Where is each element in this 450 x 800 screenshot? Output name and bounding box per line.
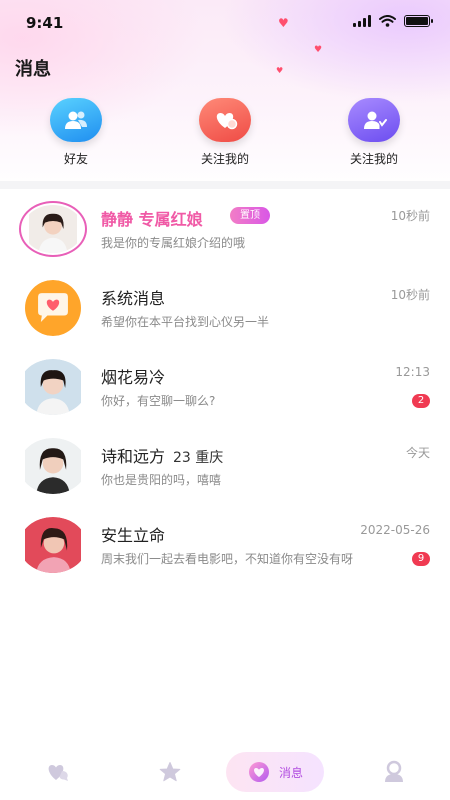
conversation-time: 今天 — [405, 446, 430, 460]
tab-matchmaking[interactable] — [38, 752, 78, 792]
conversation-preview: 希望你在本平台找到心仪另一半 — [101, 315, 270, 329]
conversation-time: 12:13 — [395, 365, 430, 379]
tab-profile[interactable] — [374, 752, 414, 792]
conversation-name: 烟花易冷 — [101, 368, 166, 387]
conversation-time: 10秒前 — [390, 209, 430, 223]
conversation-time: 10秒前 — [390, 288, 430, 302]
conversation-item[interactable]: 系统消息 10秒前 希望你在本平台找到心仪另一半 — [0, 278, 450, 357]
quick-actions: 好友 关注我的 关注我的 — [0, 98, 450, 167]
conversation-name: 安生立命 — [101, 526, 166, 545]
user-follow-icon — [348, 98, 400, 142]
system-message-icon — [19, 280, 87, 336]
battery-icon — [404, 15, 433, 27]
heart-chat-icon — [48, 765, 68, 781]
message-bubble-icon — [248, 762, 269, 782]
pinned-badge: 置顶 — [230, 207, 270, 224]
page-title: 消息 — [15, 59, 51, 80]
conversation-preview: 周末我们一起去看电影吧，不知道你有空没有呀 — [101, 552, 354, 566]
heart-follow-icon — [199, 98, 251, 142]
tab-messages-label: 消息 — [278, 765, 303, 780]
conversation-preview: 你好，有空聊一聊么? — [101, 394, 216, 408]
conversation-list: 静静 专属红娘 置顶 10秒前 我是你的专属红娘介绍的哦 系统消息 10秒前 希… — [0, 199, 450, 594]
conversation-name-text: 诗和远方 — [101, 447, 166, 466]
avatar — [19, 359, 87, 415]
conversation-item[interactable]: 静静 专属红娘 置顶 10秒前 我是你的专属红娘介绍的哦 — [0, 199, 450, 278]
avatar — [19, 517, 87, 573]
conversation-item[interactable]: 诗和远方 23 重庆 今天 你也是贵阳的吗，嘻嘻 — [0, 436, 450, 515]
conversation-preview: 我是你的专属红娘介绍的哦 — [101, 236, 246, 250]
conversation-item[interactable]: 烟花易冷 12:13 你好，有空聊一聊么? 2 — [0, 357, 450, 436]
quick-action-label: 关注我的 — [349, 152, 398, 166]
avatar — [19, 201, 87, 257]
conversation-name: 诗和远方 23 重庆 — [101, 443, 223, 467]
tab-messages[interactable]: 消息 — [226, 752, 324, 792]
section-divider — [0, 181, 450, 189]
conversation-name: 系统消息 — [101, 289, 166, 308]
star-icon — [159, 762, 181, 782]
conversation-name: 静静 专属红娘 — [101, 210, 203, 229]
wifi-icon — [379, 15, 396, 27]
avatar — [19, 438, 87, 494]
conversation-time: 2022-05-26 — [360, 523, 430, 537]
unread-count-badge: 9 — [412, 552, 430, 566]
friends-icon — [50, 98, 102, 142]
quick-action-follow-me[interactable]: 关注我的 — [169, 98, 281, 167]
tab-favorites[interactable] — [150, 752, 190, 792]
quick-action-followed[interactable]: 关注我的 — [318, 98, 430, 167]
heart-decoration-icon: ♥ — [314, 45, 323, 55]
status-time: 9:41 — [26, 14, 64, 32]
status-icons — [353, 15, 433, 27]
conversation-preview: 你也是贵阳的吗，嘻嘻 — [101, 473, 222, 487]
quick-action-label: 好友 — [63, 152, 88, 166]
heart-decoration-icon: ♥ — [276, 66, 284, 75]
quick-action-label: 关注我的 — [200, 152, 249, 166]
profile-icon — [385, 760, 403, 782]
bottom-tab-bar: 消息 — [0, 752, 450, 800]
unread-count-badge: 2 — [412, 394, 430, 408]
cellular-signal-icon — [353, 15, 371, 27]
status-bar: 9:41 — [0, 0, 450, 44]
conversation-item[interactable]: 安生立命 2022-05-26 周末我们一起去看电影吧，不知道你有空没有呀 9 — [0, 515, 450, 594]
conversation-age-city: 23 重庆 — [173, 450, 224, 466]
quick-action-friends[interactable]: 好友 — [20, 98, 132, 167]
